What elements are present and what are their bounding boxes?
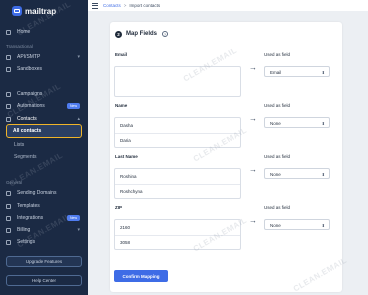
mailtrap-logo-icon [12, 6, 22, 16]
chevron-updown-icon: ⬍ [321, 171, 325, 177]
used-as-field-label: Used as field [264, 154, 291, 159]
api-icon [6, 54, 11, 60]
chevron-updown-icon: ⬍ [321, 222, 325, 228]
automation-icon [6, 103, 11, 109]
sidebar-item-api-smtp[interactable]: API/SMTP ▾ [0, 52, 88, 62]
sample-values: Dasha Daria [114, 117, 241, 148]
sidebar-item-label: Billing [17, 227, 31, 233]
used-as-field-label: Used as field [264, 205, 291, 210]
domain-icon [6, 190, 11, 196]
sidebar-item-label: Sending Domains [17, 190, 57, 196]
field-mapping-select[interactable]: None ⬍ [264, 219, 330, 230]
sidebar-item-contacts[interactable]: Contacts ▴ [0, 114, 88, 124]
upgrade-label: Upgrade Features [25, 259, 63, 264]
sidebar-item-all-contacts[interactable]: All contacts [6, 124, 82, 138]
sidebar-item-sandboxes[interactable]: Sandboxes [0, 64, 88, 74]
map-fields-card: 2 Map Fields ? Email Used as field → Ema… [110, 22, 342, 292]
arrow-right-icon: → [249, 114, 257, 123]
select-value: None [270, 172, 281, 177]
sample-values: Roshina Roshchyna [114, 168, 241, 199]
new-badge: New [66, 215, 80, 221]
hamburger-icon[interactable] [92, 2, 98, 9]
sidebar-item-label: API/SMTP [17, 54, 41, 60]
chevron-down-icon: ▾ [77, 54, 80, 60]
select-value: None [270, 223, 281, 228]
breadcrumb-separator: > [123, 3, 127, 8]
sidebar-item-automations[interactable]: Automations New [0, 101, 88, 111]
new-badge: New [66, 103, 80, 109]
sidebar: mailtrap Home Transactional API/SMTP ▾ S… [0, 0, 88, 295]
step-number: 2 [115, 31, 122, 38]
sidebar-item-templates[interactable]: Templates [0, 201, 88, 211]
sidebar-item-label: Sandboxes [17, 66, 43, 72]
select-value: Email [270, 70, 282, 75]
chevron-down-icon: ▾ [77, 227, 80, 233]
sidebar-item-segments[interactable]: Segments [14, 154, 37, 160]
contacts-icon [6, 116, 11, 122]
sidebar-item-label: Automations [17, 103, 45, 109]
field-mapping-select[interactable]: None ⬍ [264, 117, 330, 128]
gear-icon [6, 239, 11, 245]
brand-logo[interactable]: mailtrap [12, 6, 56, 16]
chevron-updown-icon: ⬍ [321, 120, 325, 126]
integration-icon [6, 215, 11, 221]
sample-value: 3058 [120, 240, 131, 245]
sample-divider [115, 235, 240, 236]
chevron-updown-icon: ⬍ [321, 69, 325, 75]
sidebar-item-label: Integrations [17, 215, 44, 221]
used-as-field-label: Used as field [264, 103, 291, 108]
sidebar-item-label: Campaigns [17, 91, 43, 97]
brand-name: mailtrap [25, 6, 57, 16]
card-title: Map Fields [126, 31, 158, 37]
sample-value: 2160 [120, 225, 131, 230]
used-as-field-label: Used as field [264, 52, 291, 57]
sample-divider [115, 133, 240, 134]
field-mapping-select[interactable]: None ⬍ [264, 168, 330, 179]
arrow-right-icon: → [249, 216, 257, 225]
help-center-button[interactable]: Help Center [6, 275, 82, 286]
field-mapping-select[interactable]: Email ⬍ [264, 66, 330, 77]
breadcrumb-current: Import contacts [129, 3, 161, 8]
sample-divider [115, 184, 240, 185]
sample-value: Daria [120, 138, 131, 143]
sidebar-item-home[interactable]: Home [0, 27, 88, 37]
sample-values: 2160 3058 [114, 219, 241, 250]
billing-icon [6, 227, 11, 233]
field-label: Email [115, 52, 128, 57]
sample-value: Dasha [120, 123, 134, 128]
help-icon[interactable]: ? [162, 31, 168, 37]
confirm-mapping-button[interactable]: Confirm Mapping [114, 270, 168, 282]
help-label: Help Center [31, 278, 56, 283]
campaign-icon [6, 91, 11, 97]
sidebar-item-label: Settings [17, 239, 36, 245]
sample-value: Roshina [120, 174, 137, 179]
home-icon [6, 29, 11, 35]
upgrade-features-button[interactable]: Upgrade Features [6, 256, 82, 267]
sidebar-item-integrations[interactable]: Integrations New [0, 213, 88, 223]
chevron-up-icon: ▴ [77, 116, 80, 122]
sidebar-item-label: Home [17, 29, 31, 35]
section-general: General [6, 180, 23, 185]
sidebar-item-campaigns[interactable]: Campaigns [0, 89, 88, 99]
template-icon [6, 203, 11, 209]
sidebar-item-lists[interactable]: Lists [14, 142, 24, 148]
arrow-right-icon: → [249, 63, 257, 72]
field-label: ZIP [115, 205, 123, 210]
field-label: Name [115, 103, 128, 108]
sample-value: Roshchyna [120, 189, 143, 194]
sidebar-item-sending-domains[interactable]: Sending Domains [0, 188, 88, 198]
sandbox-icon [6, 66, 11, 72]
section-transactional: Transactional [6, 44, 33, 49]
select-value: None [270, 121, 281, 126]
sidebar-item-label: All contacts [13, 127, 42, 134]
sample-values [114, 66, 241, 97]
arrow-right-icon: → [249, 165, 257, 174]
field-label: Last Name [115, 154, 138, 159]
sidebar-item-billing[interactable]: Billing ▾ [0, 225, 88, 235]
breadcrumb-contacts[interactable]: Contacts [103, 3, 121, 8]
sidebar-item-label: Templates [17, 203, 40, 209]
sidebar-item-settings[interactable]: Settings [0, 237, 88, 247]
sidebar-item-label: Contacts [17, 116, 37, 122]
